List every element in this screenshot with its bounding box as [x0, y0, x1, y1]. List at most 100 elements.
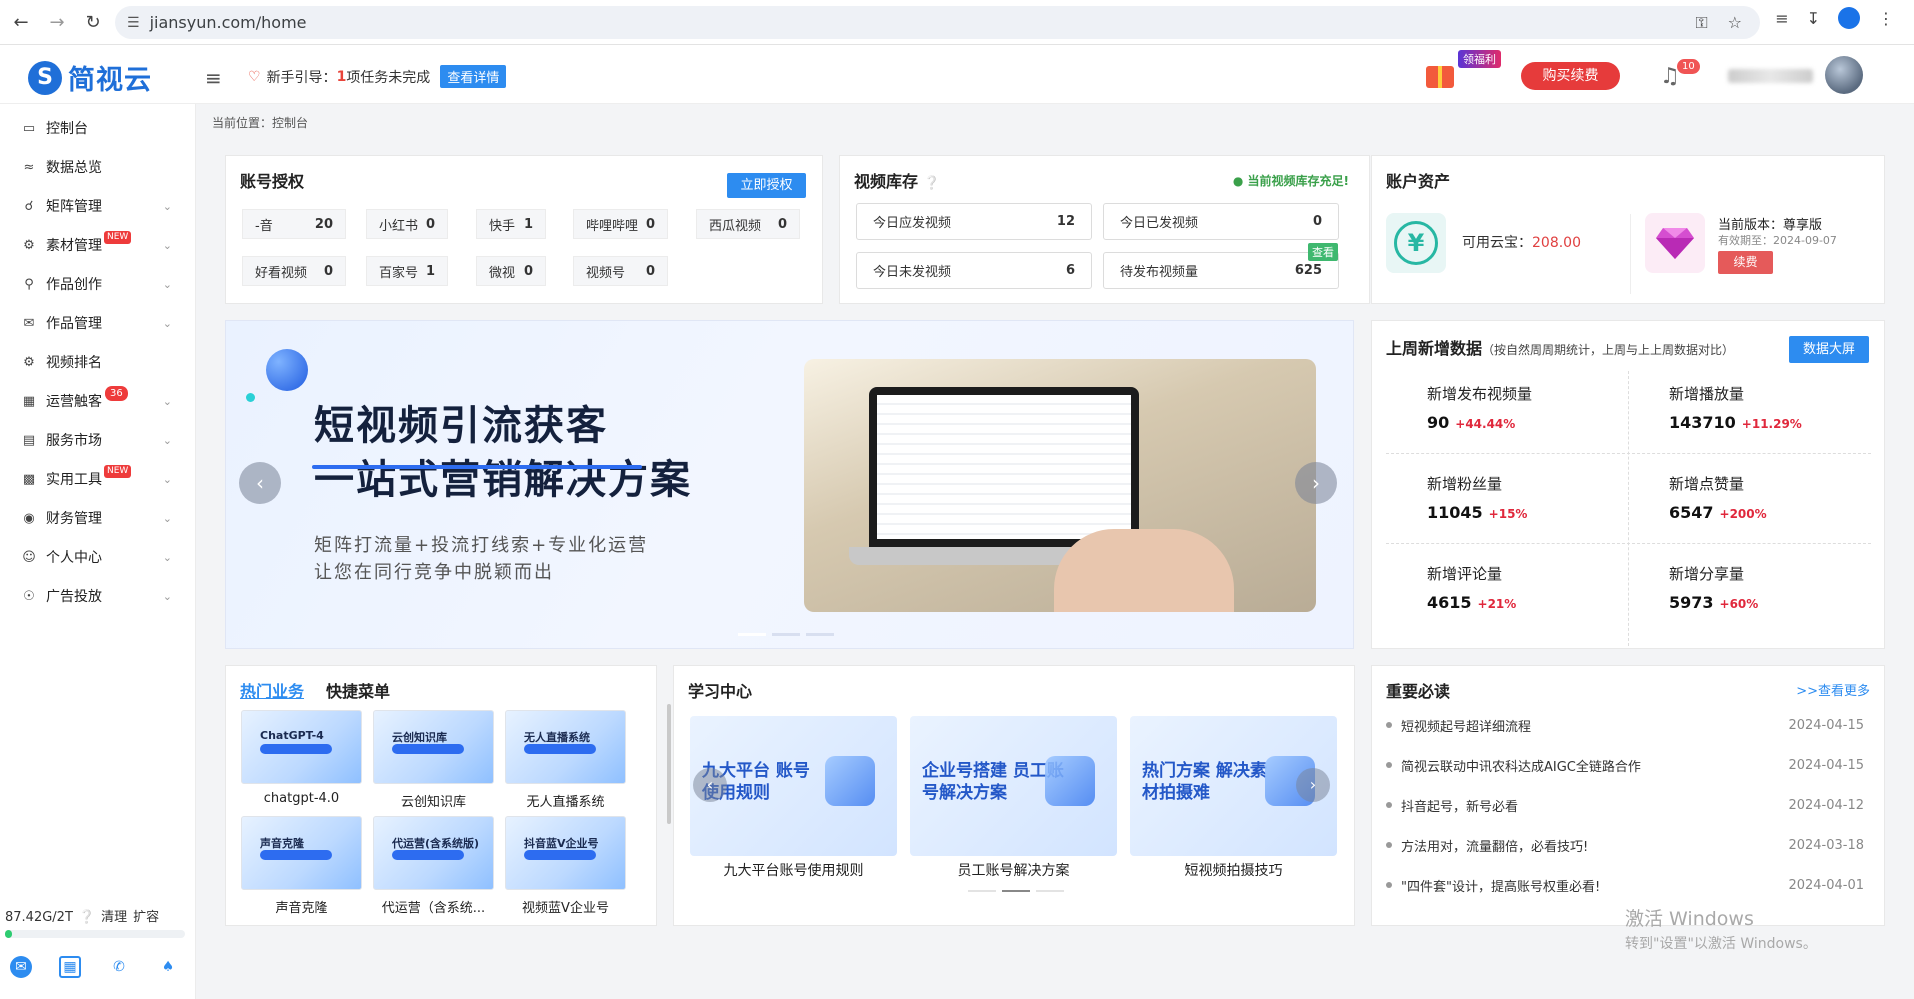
sidebar-item-ranking[interactable]: ⚙ 视频排名 — [0, 342, 196, 382]
sidebar-item-ads[interactable]: ☉ 广告投放 ⌄ — [0, 576, 196, 616]
hot-tile-caption[interactable]: 云创知识库 — [373, 791, 494, 810]
hot-tile-caption[interactable]: chatgpt-4.0 — [241, 791, 362, 806]
sidebar-item-data-overview[interactable]: ≈ 数据总览 — [0, 147, 196, 187]
platform-douyin[interactable]: -音 20 — [242, 209, 346, 239]
hot-tile-caption[interactable]: 声音克隆 — [241, 897, 362, 916]
back-icon[interactable]: ← — [6, 7, 36, 37]
more-menu-icon[interactable]: ⋮ — [1878, 9, 1894, 28]
learn-tile-caption[interactable]: 九大平台账号使用规则 — [690, 860, 897, 880]
stat-number: 143710 — [1669, 413, 1736, 432]
banner-prev-arrow-icon[interactable]: ‹ — [239, 462, 281, 504]
clean-link[interactable]: 清理 — [101, 910, 127, 925]
chevron-down-icon: ⌄ — [162, 394, 172, 408]
data-screen-button[interactable]: 数据大屏 — [1789, 336, 1869, 363]
platform-baijiahao[interactable]: 百家号 1 — [366, 256, 448, 286]
platform-haokan[interactable]: 好看视频 0 — [242, 256, 346, 286]
tab-hot-business[interactable]: 热门业务 — [240, 678, 304, 702]
decorative-sphere — [266, 349, 308, 391]
download-icon[interactable]: ↧ — [1807, 9, 1820, 28]
learn-tile-caption[interactable]: 员工账号解决方案 — [910, 860, 1117, 880]
hot-tile[interactable]: 云创知识库 — [373, 710, 494, 784]
notice-item[interactable]: 简视云联动中讯农科达成AIGC全链路合作 2024-04-15 — [1386, 755, 1864, 775]
sidebar-item-market[interactable]: ▤ 服务市场 ⌄ — [0, 420, 196, 460]
qrcode-icon[interactable]: ▦ — [59, 956, 81, 978]
learn-dot[interactable] — [1036, 890, 1064, 892]
sidebar-item-materials[interactable]: ⚙ 素材管理 NEW ⌄ — [0, 225, 196, 265]
logo[interactable]: S 简视云 — [28, 58, 152, 97]
notice-item[interactable]: 抖音起号，新号必看 2024-04-12 — [1386, 795, 1864, 815]
platform-kuaishou[interactable]: 快手 1 — [476, 209, 546, 239]
expand-link[interactable]: 扩容 — [133, 910, 159, 925]
banner-dot[interactable] — [772, 633, 800, 636]
qq-icon[interactable]: ♠ — [157, 956, 179, 978]
stat-change: +11.29% — [1741, 417, 1802, 431]
banner-next-arrow-icon[interactable]: › — [1295, 462, 1337, 504]
hot-tile[interactable]: 抖音蓝V企业号 — [505, 816, 626, 890]
sidebar-item-operations[interactable]: ▦ 运营触客 36 ⌄ — [0, 381, 196, 421]
watermark-line-2: 转到"设置"以激活 Windows。 — [1625, 936, 1817, 952]
help-icon[interactable]: ❔ — [924, 176, 940, 191]
learn-tile[interactable]: 企业号搭建 员工账号解决方案 — [910, 716, 1117, 856]
promo-banner[interactable]: 短视频引流获客 一站式营销解决方案 矩阵打流量+投流打线索+专业化运营 让您在同… — [225, 320, 1354, 649]
learn-dot[interactable] — [968, 890, 996, 892]
stat-number: 11045 — [1427, 503, 1483, 522]
learn-dot[interactable] — [1002, 890, 1030, 892]
address-bar[interactable]: ☰ jiansyun.com/home ⚿ ☆ — [115, 6, 1760, 39]
platform-bilibili[interactable]: 哔哩哔哩 0 — [573, 209, 668, 239]
wechat-icon[interactable]: ✉ — [10, 956, 32, 978]
gift-badge[interactable]: 领福利 — [1458, 50, 1501, 68]
sidebar-item-works[interactable]: ✉ 作品管理 ⌄ — [0, 303, 196, 343]
learn-prev-arrow-icon[interactable]: ‹ — [693, 768, 727, 802]
banner-dot[interactable] — [738, 633, 766, 636]
avatar[interactable] — [1825, 56, 1863, 94]
sidebar-item-label: 矩阵管理 — [46, 199, 102, 215]
sidebar-item-personal[interactable]: ☺ 个人中心 ⌄ — [0, 537, 196, 577]
banner-dot[interactable] — [806, 633, 834, 636]
site-info-icon[interactable]: ☰ — [127, 15, 140, 31]
platform-weishi[interactable]: 微视 0 — [476, 256, 546, 286]
sidebar-item-console[interactable]: ▭ 控制台 — [0, 108, 196, 148]
password-key-icon[interactable]: ⚿ — [1695, 13, 1707, 33]
phone-icon[interactable]: ✆ — [108, 956, 130, 978]
tab-quick-menu[interactable]: 快捷菜单 — [326, 678, 390, 702]
notice-item[interactable]: 方法用对，流量翻倍，必看技巧! 2024-03-18 — [1386, 835, 1864, 855]
sidebar-item-tools[interactable]: ▩ 实用工具 NEW ⌄ — [0, 459, 196, 499]
hot-tile[interactable]: 代运营(含系统版) — [373, 816, 494, 890]
learn-tile-caption[interactable]: 短视频拍摄技巧 — [1130, 860, 1337, 880]
menu-toggle-icon[interactable]: ≡ — [205, 66, 222, 90]
sidebar-item-creation[interactable]: ⚲ 作品创作 ⌄ — [0, 264, 196, 304]
sidebar-item-finance[interactable]: ◉ 财务管理 ⌄ — [0, 498, 196, 538]
hot-tile[interactable]: ChatGPT-4 — [241, 710, 362, 784]
hot-tile-caption[interactable]: 代运营（含系统... — [373, 897, 494, 916]
hot-tile-caption[interactable]: 无人直播系统 — [505, 791, 626, 810]
url-text[interactable]: jiansyun.com/home — [150, 13, 307, 32]
buy-renew-button[interactable]: 购买续费 — [1521, 62, 1620, 90]
forward-icon[interactable]: → — [42, 7, 72, 37]
notice-item[interactable]: "四件套"设计，提高账号权重必看! 2024-04-01 — [1386, 875, 1864, 895]
notice-item[interactable]: 短视频起号超详细流程 2024-04-15 — [1386, 715, 1864, 735]
renew-button[interactable]: 续费 — [1718, 251, 1773, 274]
reading-list-icon[interactable]: ≡ — [1775, 9, 1788, 28]
bookmark-star-icon[interactable]: ☆ — [1728, 13, 1742, 32]
learn-next-arrow-icon[interactable]: › — [1296, 768, 1330, 802]
platform-xiaohongshu[interactable]: 小红书 0 — [366, 209, 448, 239]
username-blurred[interactable] — [1728, 69, 1813, 83]
stock-label: 今日未发视频 — [873, 265, 952, 280]
gift-icon[interactable] — [1424, 56, 1458, 90]
scrollbar[interactable] — [667, 704, 671, 824]
help-icon[interactable]: ❔ — [79, 910, 95, 925]
reload-icon[interactable]: ↻ — [78, 7, 108, 37]
view-more-link[interactable]: >>查看更多 — [1796, 680, 1870, 699]
platform-shipinhao[interactable]: 视频号 0 — [573, 256, 668, 286]
view-details-button[interactable]: 查看详情 — [440, 65, 507, 88]
view-tag-button[interactable]: 查看 — [1308, 243, 1338, 261]
logo-text: 简视云 — [68, 65, 152, 96]
hot-tile-caption[interactable]: 视频蓝V企业号 — [505, 897, 626, 916]
authorize-button[interactable]: 立即授权 — [727, 173, 806, 198]
hot-tile[interactable]: 声音克隆 — [241, 816, 362, 890]
sidebar-item-matrix[interactable]: ☌ 矩阵管理 ⌄ — [0, 186, 196, 226]
hot-tile-title: 声音克隆 — [260, 837, 304, 850]
platform-xigua[interactable]: 西瓜视频 0 — [696, 209, 800, 239]
hot-tile[interactable]: 无人直播系统 — [505, 710, 626, 784]
profile-icon[interactable] — [1838, 7, 1860, 29]
